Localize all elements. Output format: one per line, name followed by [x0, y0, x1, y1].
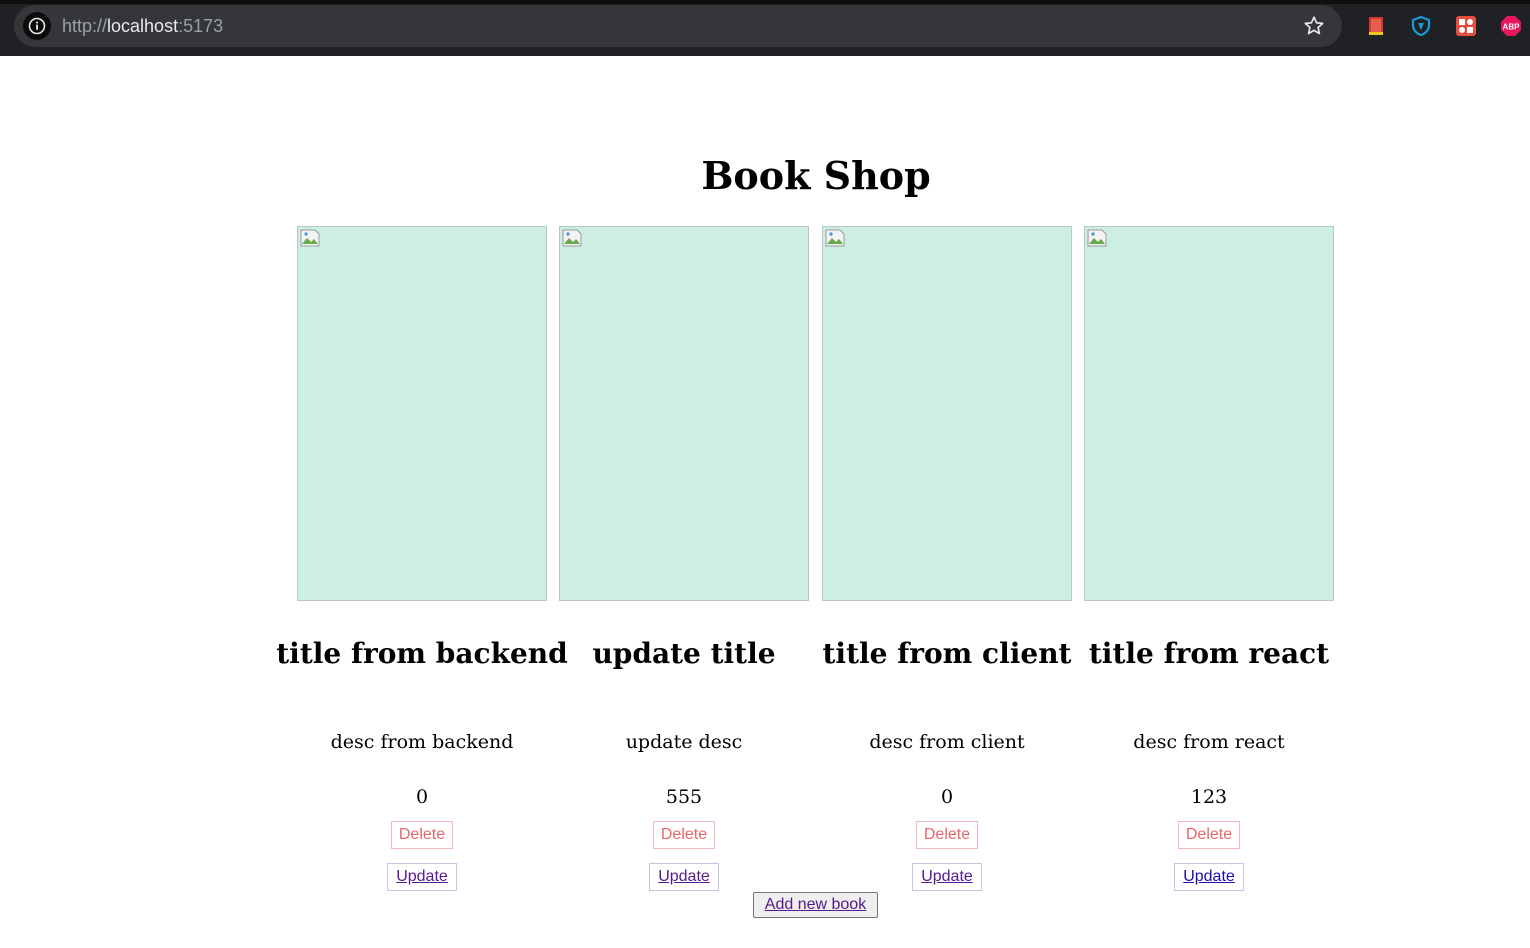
- broken-image-icon: [562, 229, 582, 247]
- book-title: title from react: [1088, 637, 1330, 670]
- book-card: update title update desc 555 Delete Upda…: [559, 226, 809, 906]
- update-row: Update: [297, 863, 547, 891]
- browser-toolbar: http://localhost:5173 ABP: [0, 0, 1530, 56]
- site-info-icon[interactable]: [23, 12, 51, 40]
- delete-button[interactable]: Delete: [652, 821, 716, 849]
- book-price: 0: [940, 786, 954, 808]
- adblock-label: ABP: [1503, 23, 1521, 32]
- bookmark-extension-icon[interactable]: [1365, 15, 1387, 37]
- page-title: Book Shop: [701, 153, 931, 198]
- book-price: 123: [1190, 786, 1228, 808]
- broken-image-icon: [300, 229, 320, 247]
- delete-row: Delete: [559, 821, 809, 849]
- delete-row: Delete: [1084, 821, 1334, 849]
- update-button[interactable]: Update: [912, 863, 982, 891]
- url-scheme: http://: [62, 16, 108, 36]
- update-button[interactable]: Update: [649, 863, 719, 891]
- grid-extension-icon[interactable]: [1455, 15, 1477, 37]
- add-new-book-button[interactable]: Add new book: [753, 892, 878, 918]
- bookmark-star-icon[interactable]: [1302, 14, 1326, 38]
- book-card: title from react desc from react 123 Del…: [1084, 226, 1334, 906]
- book-cover-image: [1084, 226, 1334, 601]
- book-cover-image: [822, 226, 1072, 601]
- adblock-plus-icon[interactable]: ABP: [1500, 15, 1522, 37]
- url-host: localhost: [107, 16, 179, 36]
- url-port: :5173: [178, 16, 224, 36]
- update-row: Update: [1084, 863, 1334, 891]
- book-description: desc from react: [1133, 731, 1285, 753]
- delete-row: Delete: [822, 821, 1072, 849]
- book-price: 0: [415, 786, 429, 808]
- book-cover-image: [297, 226, 547, 601]
- update-row: Update: [822, 863, 1072, 891]
- address-bar[interactable]: http://localhost:5173: [14, 5, 1342, 47]
- url-text[interactable]: http://localhost:5173: [62, 15, 223, 37]
- book-card: title from backend desc from backend 0 D…: [276, 226, 568, 906]
- book-card: title from client desc from client 0 Del…: [822, 226, 1072, 906]
- update-row: Update: [559, 863, 809, 891]
- delete-button[interactable]: Delete: [390, 821, 454, 849]
- tab-strip-edge: [0, 0, 1530, 4]
- delete-button[interactable]: Delete: [1177, 821, 1241, 849]
- delete-row: Delete: [297, 821, 547, 849]
- book-price: 555: [665, 786, 703, 808]
- broken-image-icon: [825, 229, 845, 247]
- book-list: title from backend desc from backend 0 D…: [276, 226, 1337, 906]
- broken-image-icon: [1087, 229, 1107, 247]
- book-cover-image: [559, 226, 809, 601]
- shield-vpn-extension-icon[interactable]: [1410, 15, 1432, 37]
- update-button[interactable]: Update: [387, 863, 457, 891]
- update-button[interactable]: Update: [1174, 863, 1244, 891]
- delete-button[interactable]: Delete: [915, 821, 979, 849]
